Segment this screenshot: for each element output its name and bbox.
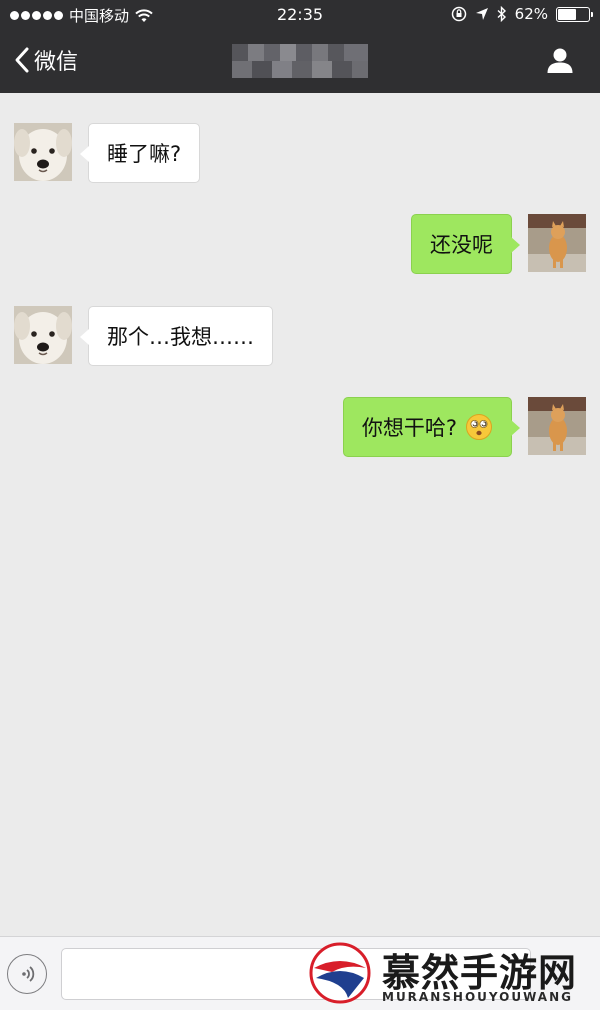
watermark: 慕然手游网 MURANSHOUYOUWANG <box>306 938 600 1010</box>
message-bubble-outgoing[interactable]: 还没呢 <box>411 214 520 274</box>
status-bar: 中国移动 22:35 62% <box>0 0 600 30</box>
cat-avatar-image <box>528 214 586 272</box>
own-avatar[interactable] <box>528 397 586 455</box>
message-bubble-incoming[interactable]: 那个…我想…… <box>80 306 273 366</box>
bluetooth-icon <box>497 6 506 22</box>
dog-avatar-image <box>14 306 72 364</box>
message-text: 你想干哈? <box>361 416 457 440</box>
battery-level <box>558 8 576 20</box>
battery-percentage: 62% <box>514 5 548 23</box>
contact-avatar[interactable] <box>14 123 72 181</box>
contact-avatar[interactable] <box>14 306 72 364</box>
watermark-logo <box>309 942 371 1004</box>
nav-bar: 微信 <box>0 30 600 93</box>
orientation-lock-icon <box>451 6 466 22</box>
dizzy-face-emoji-icon <box>466 414 492 440</box>
person-icon <box>547 48 573 73</box>
watermark-subtitle: MURANSHOUYOUWANG <box>382 990 573 1004</box>
location-arrow-icon <box>475 8 488 20</box>
back-label: 微信 <box>34 50 79 75</box>
voice-input-button[interactable] <box>7 954 47 994</box>
contact-name-pixelated <box>232 44 368 78</box>
cat-avatar-image <box>528 397 586 455</box>
back-button[interactable]: 微信 <box>14 44 78 76</box>
battery-icon <box>556 6 593 22</box>
voice-icon <box>22 966 35 982</box>
header: 中国移动 22:35 62% 微信 <box>0 0 600 93</box>
message-bubble-outgoing[interactable]: 你想干哈? <box>342 397 521 457</box>
own-avatar[interactable] <box>528 214 586 272</box>
watermark-title: 慕然手游网 <box>382 950 578 995</box>
dog-avatar-image <box>14 123 72 181</box>
chevron-left-icon <box>15 47 29 73</box>
status-right: 62% <box>451 5 593 23</box>
contact-profile-button[interactable] <box>546 46 574 78</box>
message-bubble-incoming[interactable]: 睡了嘛? <box>79 123 201 183</box>
